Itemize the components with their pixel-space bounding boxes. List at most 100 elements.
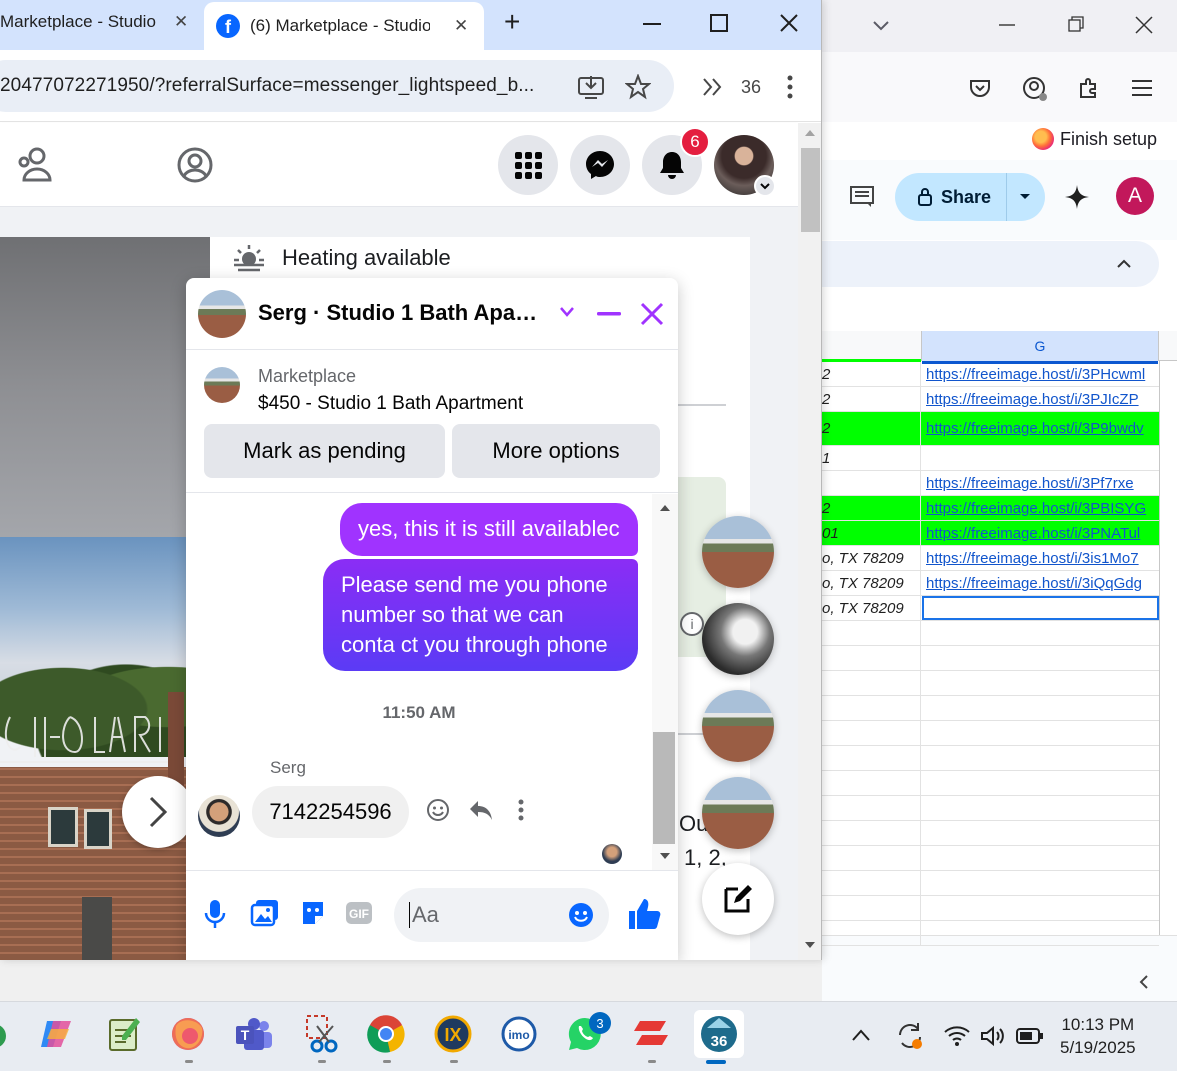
tab-marketplace-2[interactable]: f (6) Marketplace - Studio ✕ (204, 2, 484, 50)
empty-sheet-row[interactable] (822, 671, 1159, 696)
gemini-sparkle-icon[interactable] (1064, 184, 1090, 210)
close-window-icon[interactable] (1133, 14, 1155, 36)
extension-count[interactable]: 36 (741, 77, 761, 98)
close-tab-icon[interactable]: ✕ (454, 16, 468, 36)
teams-icon[interactable]: T (232, 1012, 276, 1056)
scroll-up-icon[interactable] (804, 129, 816, 137)
notepad-icon[interactable] (101, 1012, 145, 1056)
empty-cell[interactable] (822, 746, 921, 770)
empty-sheet-row[interactable] (822, 821, 1159, 846)
empty-cell[interactable] (822, 771, 921, 795)
empty-cell[interactable] (822, 646, 921, 670)
empty-cell[interactable] (822, 896, 921, 920)
cell-link[interactable]: https://freeimage.host/i/3is1Mo7 (926, 550, 1139, 567)
sheet-row[interactable]: 1 (822, 446, 1159, 471)
chat-head[interactable] (702, 690, 774, 762)
menu-icon[interactable] (1131, 78, 1153, 98)
gaming-icon[interactable] (176, 146, 214, 184)
empty-sheet-row[interactable] (822, 621, 1159, 646)
reply-icon[interactable] (468, 798, 494, 822)
empty-cell[interactable] (822, 721, 921, 745)
chat-title[interactable]: Serg · Studio 1 Bath Apart... (258, 300, 543, 326)
chevron-down-icon[interactable] (559, 306, 575, 318)
share-dropdown-icon[interactable] (1019, 193, 1031, 201)
chat-scroll-thumb[interactable] (653, 732, 675, 844)
cell-f[interactable]: 2 (822, 412, 921, 445)
cell-f[interactable]: o, TX 78209 (822, 546, 921, 570)
volume-icon[interactable] (980, 1025, 1006, 1047)
cell-f[interactable] (822, 471, 921, 495)
cell-g[interactable]: https://freeimage.host/i/3PHcwml (922, 362, 1159, 386)
close-tab-icon[interactable]: ✕ (174, 12, 188, 32)
chat-avatar[interactable] (198, 290, 246, 338)
wifi-icon[interactable] (944, 1025, 970, 1047)
sheet-row[interactable]: o, TX 78209 (822, 596, 1159, 621)
empty-cell[interactable] (822, 671, 921, 695)
bookmark-star-icon[interactable] (625, 74, 651, 100)
imo-icon[interactable]: imo (497, 1012, 541, 1056)
react-icon[interactable] (426, 798, 450, 822)
scroll-up-icon[interactable] (659, 504, 671, 512)
empty-sheet-row[interactable] (822, 921, 1159, 946)
system-clock[interactable]: 10:13 PM 5/19/2025 (1060, 1013, 1136, 1059)
close-chat-icon[interactable] (640, 302, 664, 326)
sheet-row[interactable]: o, TX 78209 https://freeimage.host/i/3is1… (822, 546, 1159, 571)
empty-cell[interactable] (822, 796, 921, 820)
kebab-menu-icon[interactable] (786, 74, 794, 100)
empty-cell[interactable] (822, 821, 921, 845)
emoji-icon[interactable] (568, 902, 594, 928)
next-photo-button[interactable] (122, 776, 194, 848)
empty-cell[interactable] (822, 921, 921, 945)
sender-avatar[interactable] (198, 795, 240, 837)
sheet-row[interactable]: https://freeimage.host/i/3Pf7rxe (822, 471, 1159, 496)
tab-marketplace-1[interactable]: Marketplace - Studio ✕ (0, 0, 192, 44)
close-window-icon[interactable] (779, 13, 799, 33)
battery-icon[interactable] (1016, 1027, 1044, 1045)
copilot-icon[interactable] (35, 1012, 79, 1056)
address-bar[interactable]: 20477072271950/?referralSurface=messenge… (0, 60, 674, 112)
minimize-icon[interactable] (997, 14, 1017, 34)
empty-sheet-row[interactable] (822, 871, 1159, 896)
cell-f[interactable]: 1 (822, 446, 921, 470)
chat-head[interactable] (702, 603, 774, 675)
sticker-icon[interactable] (299, 898, 327, 928)
cell-g[interactable]: https://freeimage.host/i/3PJIcZP (922, 387, 1159, 411)
cell-link[interactable]: https://freeimage.host/i/3PHcwml (926, 366, 1145, 383)
comment-icon[interactable] (849, 184, 875, 210)
empty-sheet-row[interactable] (822, 721, 1159, 746)
cell-f[interactable]: 2 (822, 496, 921, 520)
chevron-up-icon[interactable] (851, 1028, 871, 1042)
sheet-row[interactable]: 2 https://freeimage.host/i/3P9bwdv (822, 412, 1159, 446)
listing-title[interactable]: $450 - Studio 1 Bath Apartment (258, 393, 523, 415)
firefox-icon[interactable] (166, 1012, 210, 1056)
incoming-message[interactable]: 7142254596 (252, 786, 409, 838)
ix-icon[interactable]: IX (431, 1012, 475, 1056)
cell-link[interactable]: https://freeimage.host/i/3PBISYG (926, 500, 1146, 517)
minimize-icon[interactable] (642, 22, 662, 26)
page-scroll-thumb[interactable] (801, 148, 820, 232)
chat-header[interactable]: Serg · Studio 1 Bath Apart... (186, 278, 678, 350)
pocket-icon[interactable] (968, 76, 992, 100)
app-partial-icon[interactable] (0, 1022, 10, 1050)
chevron-up-icon[interactable] (1116, 257, 1132, 269)
menu-grid-button[interactable] (498, 135, 558, 195)
install-app-icon[interactable] (577, 74, 605, 100)
empty-sheet-row[interactable] (822, 696, 1159, 721)
column-header-g[interactable]: G (921, 331, 1159, 364)
cell-f[interactable]: 2 (822, 362, 921, 386)
chevron-left-icon[interactable] (1137, 974, 1149, 990)
scroll-down-icon[interactable] (804, 941, 816, 949)
cell-link[interactable]: https://freeimage.host/i/3PNATul (926, 525, 1140, 542)
cell-link[interactable]: https://freeimage.host/i/3Pf7rxe (926, 475, 1134, 492)
empty-cell[interactable] (822, 696, 921, 720)
listing-thumbnail[interactable] (204, 367, 240, 403)
cell-g[interactable]: https://freeimage.host/i/3P9bwdv (922, 412, 1159, 445)
app-36-icon[interactable]: 36 (694, 1010, 744, 1058)
photo-icon[interactable] (250, 898, 280, 928)
empty-cell[interactable] (822, 846, 921, 870)
groups-icon[interactable] (16, 146, 54, 184)
mark-as-pending-button[interactable]: Mark as pending (204, 424, 445, 478)
chat-head[interactable] (702, 516, 774, 588)
empty-sheet-row[interactable] (822, 846, 1159, 871)
sync-icon[interactable] (895, 1021, 925, 1051)
